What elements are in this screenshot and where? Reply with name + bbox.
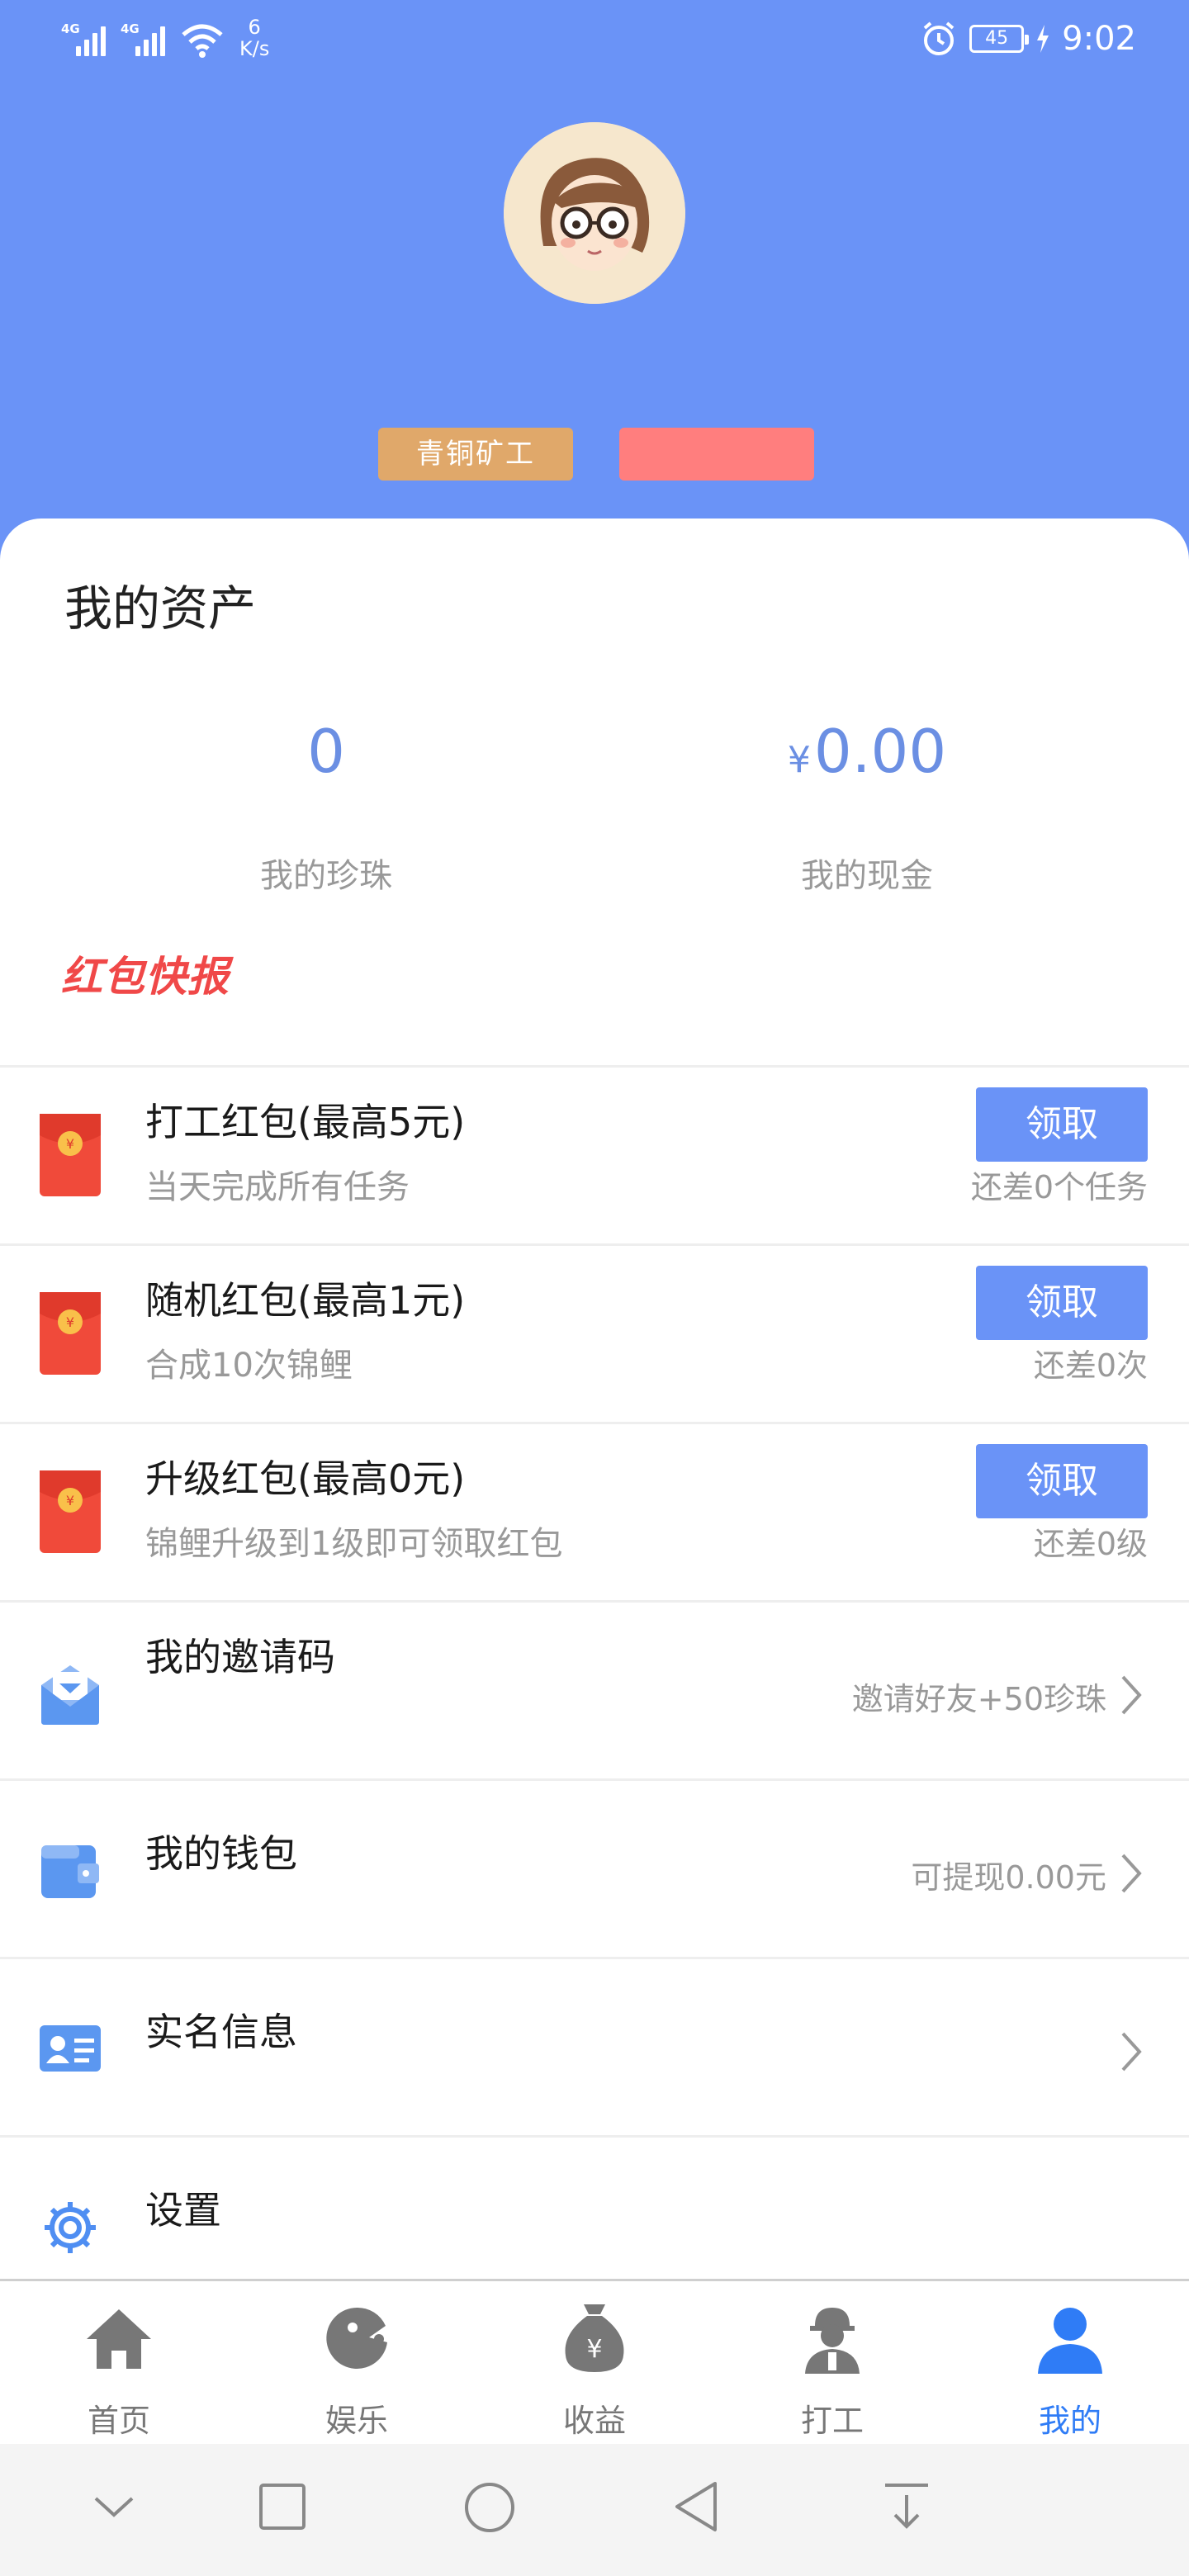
chevron-right-icon [1121, 1675, 1142, 1715]
battery-icon: 45 [969, 25, 1030, 53]
chevron-down-icon[interactable] [88, 2480, 140, 2533]
tab-earnings[interactable]: ¥ 收益 [476, 2281, 713, 2444]
list-item-upgrade-red-packet: ¥ 升级红包(最高0元) 锦鲤升级到1级即可领取红包 领取 还差0级 [0, 1422, 1189, 1600]
red-packet-news-banner: 红包快报 [61, 953, 230, 1001]
settings-title: 设置 [145, 2188, 221, 2233]
tab-label: 首页 [87, 2403, 150, 2439]
money-bag-icon: ¥ [565, 2304, 624, 2372]
realname-title: 实名信息 [145, 2010, 297, 2054]
svg-text:¥: ¥ [66, 1136, 74, 1152]
claim-button[interactable]: 领取 [976, 1266, 1148, 1340]
list-item-work-red-packet: ¥ 打工红包(最高5元) 当天完成所有任务 领取 还差0个任务 [0, 1065, 1189, 1243]
menu-list: ¥ 打工红包(最高5元) 当天完成所有任务 领取 还差0个任务 ¥ 随机红包(最… [0, 1065, 1189, 2313]
claim-button[interactable]: 领取 [976, 1087, 1148, 1162]
home-icon [87, 2309, 151, 2369]
tab-label: 收益 [562, 2403, 626, 2439]
red-packet-icon: ¥ [40, 1292, 101, 1375]
assets-title: 我的资产 [64, 580, 257, 637]
red-packet-icon: ¥ [40, 1470, 101, 1553]
network-speed: 6 K/s [239, 17, 269, 59]
home-nav-icon[interactable] [462, 2480, 517, 2535]
gear-icon [45, 2202, 96, 2253]
red-packet-title: 升级红包(最高0元) [145, 1456, 466, 1501]
network-speed-value: 6 [248, 16, 261, 39]
bottom-tab-bar: 首页 娱乐 ¥ 收益 打工 我的 [0, 2279, 1189, 2444]
red-packet-subtitle: 合成10次锦鲤 [145, 1347, 353, 1385]
game-icon [326, 2307, 387, 2369]
id-card-icon [40, 2025, 101, 2072]
invite-code-title: 我的邀请码 [145, 1635, 335, 1679]
svg-text:¥: ¥ [66, 1314, 74, 1330]
claim-button[interactable]: 领取 [976, 1444, 1148, 1518]
wallet-hint: 可提现0.00元 [911, 1859, 1106, 1896]
avatar[interactable] [504, 122, 685, 304]
pearls-label: 我的珍珠 [260, 857, 392, 895]
wallet-title: 我的钱包 [145, 1831, 297, 1876]
red-packet-subtitle: 锦鲤升级到1级即可领取红包 [145, 1525, 563, 1563]
profile-header: 4G 4G 6 K/s 45 9:02 青铜矿工 [0, 0, 1189, 578]
menu-item-realname[interactable]: 实名信息 [0, 1957, 1189, 2135]
charging-icon [1037, 25, 1049, 53]
tab-label: 娱乐 [324, 2403, 388, 2439]
tab-entertainment[interactable]: 娱乐 [238, 2281, 476, 2444]
tab-profile[interactable]: 我的 [951, 2281, 1189, 2444]
back-icon[interactable] [670, 2480, 723, 2533]
tab-label: 我的 [1038, 2403, 1101, 2439]
clock: 9:02 [1062, 20, 1136, 58]
red-packet-remaining: 还差0级 [1033, 1526, 1148, 1562]
alarm-icon [923, 21, 955, 55]
cash-amount: 0.00 [813, 717, 947, 786]
red-packet-subtitle: 当天完成所有任务 [145, 1168, 410, 1206]
red-packet-remaining: 还差0个任务 [970, 1169, 1148, 1205]
currency-symbol: ¥ [787, 739, 811, 781]
cash-label: 我的现金 [801, 857, 933, 895]
red-packet-title: 随机红包(最高1元) [145, 1278, 466, 1323]
profile-icon [1038, 2308, 1102, 2374]
notification-pull-down-icon[interactable] [880, 2480, 933, 2533]
network-speed-unit: K/s [239, 37, 270, 60]
svg-text:¥: ¥ [586, 2335, 602, 2364]
worker-icon [805, 2308, 860, 2374]
chevron-right-icon [1121, 2032, 1142, 2072]
envelope-icon [41, 1665, 99, 1725]
cellular-signal-2-icon: 4G [121, 18, 168, 59]
avatar-image [504, 122, 685, 304]
menu-item-invite-code[interactable]: 我的邀请码 邀请好友+50珍珠 [0, 1600, 1189, 1778]
cash-value[interactable]: ¥0.00 [661, 717, 1073, 786]
red-packet-title: 打工红包(最高5元) [145, 1100, 466, 1144]
wifi-icon [182, 24, 223, 58]
chevron-right-icon [1121, 1854, 1142, 1893]
list-item-random-red-packet: ¥ 随机红包(最高1元) 合成10次锦鲤 领取 还差0次 [0, 1243, 1189, 1422]
tab-label: 打工 [800, 2403, 864, 2439]
cellular-signal-1-icon: 4G [61, 18, 109, 59]
pearls-value[interactable]: 0 [120, 717, 533, 786]
menu-item-wallet[interactable]: 我的钱包 可提现0.00元 [0, 1778, 1189, 1957]
rank-badge: 青铜矿工 [378, 428, 573, 481]
battery-level: 45 [985, 28, 1009, 49]
wallet-icon [41, 1845, 99, 1898]
status-bar: 4G 4G 6 K/s 45 9:02 [0, 0, 1189, 83]
svg-text:¥: ¥ [66, 1493, 74, 1508]
nickname-badge [619, 428, 814, 481]
assets-card: 我的资产 0 ¥0.00 我的珍珠 我的现金 红包快报 ¥ 打工红包(最高5元)… [0, 519, 1189, 2285]
recent-apps-icon[interactable] [256, 2480, 309, 2533]
tab-work[interactable]: 打工 [713, 2281, 951, 2444]
red-packet-icon: ¥ [40, 1114, 101, 1196]
red-packet-remaining: 还差0次 [1033, 1347, 1148, 1384]
system-navigation-bar [0, 2444, 1189, 2576]
invite-code-hint: 邀请好友+50珍珠 [851, 1681, 1106, 1717]
tab-home[interactable]: 首页 [0, 2281, 238, 2444]
